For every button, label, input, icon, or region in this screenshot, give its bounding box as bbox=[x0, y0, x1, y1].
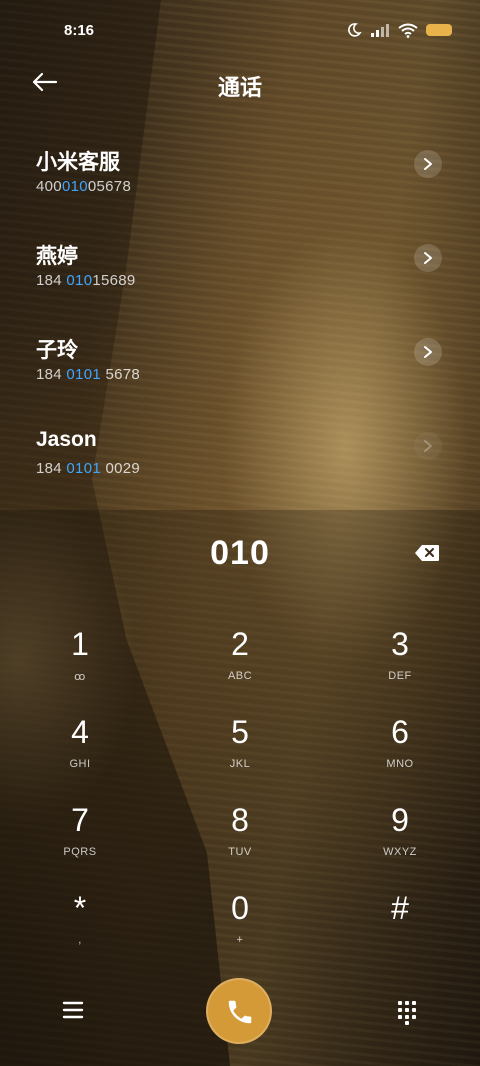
status-time: 8:16 bbox=[64, 22, 95, 39]
chevron-right-icon bbox=[424, 440, 432, 452]
contact-name: 子玲 bbox=[36, 339, 78, 362]
chevron-right-icon bbox=[424, 346, 432, 358]
do-not-disturb-icon bbox=[348, 23, 362, 37]
key-9[interactable]: 9 WXYZ bbox=[345, 802, 455, 882]
phone-icon bbox=[228, 1000, 252, 1024]
key-3[interactable]: 3 DEF bbox=[345, 626, 455, 706]
dialpad-icon bbox=[398, 1001, 416, 1025]
key-star[interactable]: *, bbox=[25, 890, 135, 970]
contact-name: Jason bbox=[36, 428, 97, 451]
menu-icon bbox=[62, 1001, 84, 1019]
wifi-icon bbox=[398, 23, 418, 38]
status-icons bbox=[346, 22, 452, 38]
result-row[interactable]: 燕婷 184 01015689 bbox=[0, 234, 480, 328]
chevron-right-icon bbox=[424, 158, 432, 170]
key-8[interactable]: 8 TUV bbox=[185, 802, 295, 882]
page-title: 通话 bbox=[217, 75, 262, 100]
key-2[interactable]: 2 ABC bbox=[185, 626, 295, 706]
backspace-button[interactable] bbox=[414, 544, 440, 562]
dialed-number: 010 bbox=[210, 534, 270, 572]
voicemail-icon: ꝏ bbox=[74, 671, 86, 683]
contact-name: 燕婷 bbox=[36, 245, 78, 268]
contact-number: 184 01015689 bbox=[36, 272, 136, 289]
result-row[interactable]: Jason 184 0101 0029 bbox=[0, 422, 480, 516]
header: 通话 bbox=[0, 62, 480, 106]
dialpad-panel: 010 1ꝏ 2 ABC 3 DEF 4 GHI 5 JKL 6 MNO 7 PQRS 8T… bbox=[0, 510, 480, 1066]
battery-icon bbox=[426, 24, 452, 36]
contact-detail-button[interactable] bbox=[414, 244, 442, 272]
key-1[interactable]: 1ꝏ bbox=[25, 626, 135, 706]
key-6[interactable]: 6 MNO bbox=[345, 714, 455, 794]
menu-button[interactable] bbox=[58, 998, 88, 1022]
contact-detail-button[interactable] bbox=[414, 150, 442, 178]
contact-number: 184 0101 0029 bbox=[36, 460, 141, 477]
key-7[interactable]: 7 PQRS bbox=[25, 802, 135, 882]
key-0[interactable]: 0 + bbox=[185, 890, 295, 970]
signal-icon bbox=[371, 24, 389, 37]
search-results-list: 小米客服 40001005678 燕婷 184 01015689 子玲 184 … bbox=[0, 140, 480, 516]
backspace-icon bbox=[415, 545, 439, 561]
key-5[interactable]: 5 JKL bbox=[185, 714, 295, 794]
key-hash[interactable]: # bbox=[345, 890, 455, 970]
chevron-right-icon bbox=[424, 252, 432, 264]
status-bar: 8:16 bbox=[0, 0, 480, 62]
result-row[interactable]: 子玲 184 0101 5678 bbox=[0, 328, 480, 422]
contact-number: 40001005678 bbox=[36, 178, 132, 195]
call-button[interactable] bbox=[206, 978, 272, 1044]
contact-detail-button[interactable] bbox=[414, 338, 442, 366]
contact-number: 184 0101 5678 bbox=[36, 366, 141, 383]
result-row[interactable]: 小米客服 40001005678 bbox=[0, 140, 480, 234]
dialpad-toggle-button[interactable] bbox=[393, 998, 421, 1026]
contact-name: 小米客服 bbox=[36, 151, 120, 174]
contact-detail-button[interactable] bbox=[414, 432, 442, 460]
key-4[interactable]: 4 GHI bbox=[25, 714, 135, 794]
